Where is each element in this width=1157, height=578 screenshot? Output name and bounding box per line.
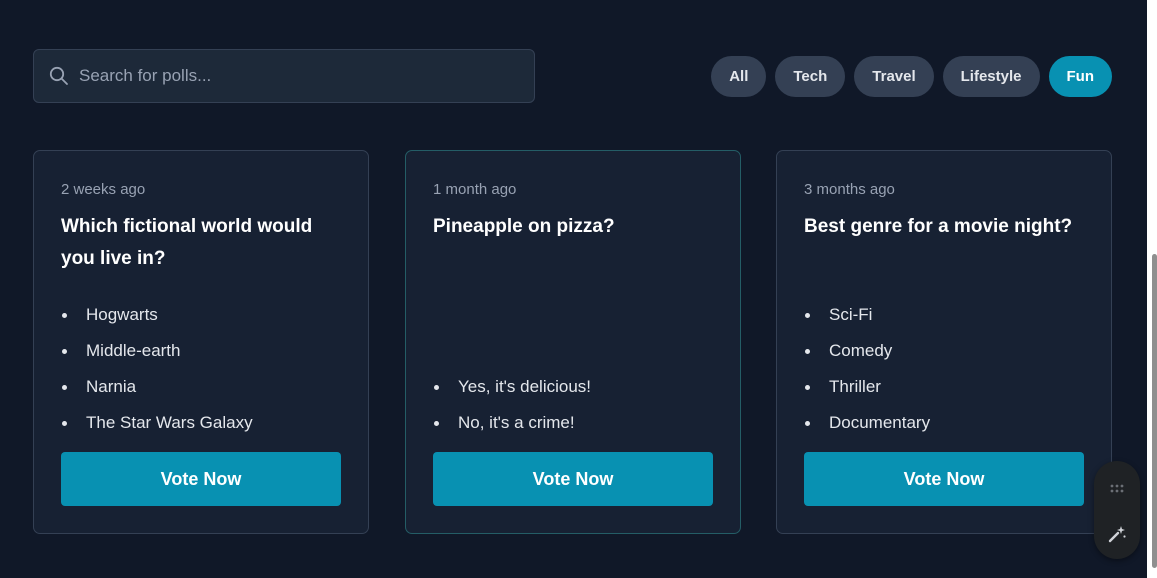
poll-option: Thriller bbox=[804, 369, 930, 405]
vote-now-button[interactable]: Vote Now bbox=[61, 452, 341, 506]
poll-options: Sci-Fi Comedy Thriller Documentary bbox=[804, 297, 930, 441]
poll-timestamp: 2 weeks ago bbox=[61, 181, 146, 198]
floating-assistant-widget[interactable] bbox=[1094, 461, 1140, 559]
search-bar[interactable] bbox=[33, 49, 535, 103]
poll-option: Narnia bbox=[61, 369, 253, 405]
sparkle-icon[interactable] bbox=[1107, 524, 1127, 544]
scrollbar-thumb[interactable] bbox=[1152, 254, 1157, 568]
poll-options: Hogwarts Middle-earth Narnia The Star Wa… bbox=[61, 297, 253, 441]
filter-chip-all[interactable]: All bbox=[711, 56, 767, 97]
poll-option: Comedy bbox=[804, 333, 930, 369]
vote-now-button[interactable]: Vote Now bbox=[433, 452, 713, 506]
poll-timestamp: 3 months ago bbox=[804, 181, 895, 198]
poll-option: The Star Wars Galaxy bbox=[61, 405, 253, 441]
poll-option: No, it's a crime! bbox=[433, 405, 591, 441]
poll-card: 3 months ago Best genre for a movie nigh… bbox=[776, 150, 1112, 534]
poll-option: Middle-earth bbox=[61, 333, 253, 369]
poll-card: 2 weeks ago Which fictional world would … bbox=[33, 150, 369, 534]
drag-handle-icon[interactable] bbox=[1109, 482, 1125, 494]
vote-now-button[interactable]: Vote Now bbox=[804, 452, 1084, 506]
filter-chip-tech[interactable]: Tech bbox=[775, 56, 846, 97]
poll-timestamp: 1 month ago bbox=[433, 181, 517, 198]
page: All Tech Travel Lifestyle Fun 2 weeks ag… bbox=[0, 0, 1157, 578]
poll-question: Which fictional world would you live in? bbox=[61, 216, 313, 269]
poll-option: Sci-Fi bbox=[804, 297, 930, 333]
filter-chip-travel[interactable]: Travel bbox=[854, 56, 934, 97]
poll-option: Yes, it's delicious! bbox=[433, 369, 591, 405]
search-input[interactable] bbox=[79, 66, 534, 86]
poll-question: Best genre for a movie night? bbox=[804, 216, 1073, 237]
poll-option: Hogwarts bbox=[61, 297, 253, 333]
filter-chip-fun[interactable]: Fun bbox=[1048, 56, 1112, 97]
poll-options: Yes, it's delicious! No, it's a crime! bbox=[433, 369, 591, 441]
filter-chip-lifestyle[interactable]: Lifestyle bbox=[942, 56, 1040, 97]
search-icon bbox=[49, 66, 69, 86]
poll-option: Documentary bbox=[804, 405, 930, 441]
poll-card: 1 month ago Pineapple on pizza? Yes, it'… bbox=[405, 150, 741, 534]
poll-question: Pineapple on pizza? bbox=[433, 216, 615, 237]
category-filters: All Tech Travel Lifestyle Fun bbox=[711, 56, 1112, 97]
